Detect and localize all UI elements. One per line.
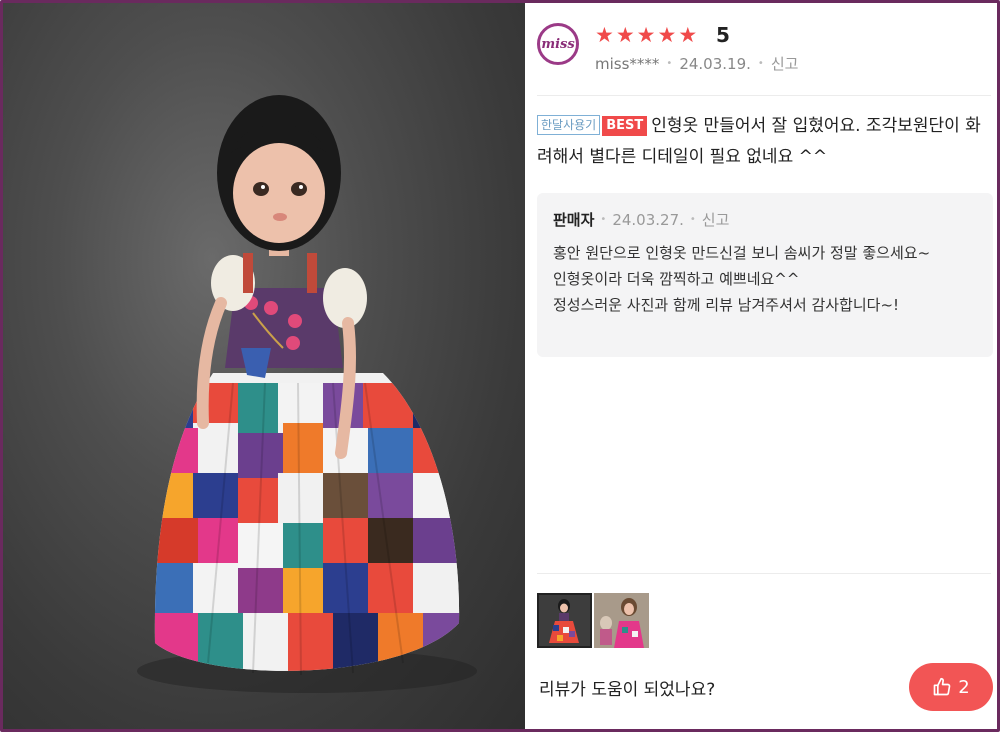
- thumbs-up-icon: [933, 677, 951, 696]
- seller-label: 판매자: [553, 211, 595, 229]
- rating-stars: ★ ★ ★ ★ ★: [595, 23, 697, 47]
- reviewer-username: miss****: [595, 54, 660, 73]
- photo-thumbnail[interactable]: [594, 593, 649, 648]
- helpful-question: 리뷰가 도움이 되었나요?: [539, 680, 716, 700]
- seller-reply-date: 24.03.27.: [612, 210, 684, 229]
- seller-reply: 판매자 • 24.03.27. • 신고 홍안 원단으로 인형옷 만드신걸 보니…: [537, 193, 993, 357]
- report-link[interactable]: 신고: [771, 53, 799, 74]
- photo-thumbnail[interactable]: [537, 593, 592, 648]
- separator-dot: •: [666, 58, 673, 69]
- review-viewer: miss ★ ★ ★ ★ ★ 5 miss**** • 24.03.19. • …: [0, 0, 1000, 732]
- review-meta: miss**** • 24.03.19. • 신고: [595, 53, 798, 74]
- review-date: 24.03.19.: [679, 54, 751, 73]
- photo-thumbnails: [537, 593, 649, 648]
- separator-dot: •: [600, 214, 607, 225]
- star-icon: ★: [636, 23, 656, 47]
- star-icon: ★: [657, 23, 677, 47]
- seller-reply-body: 홍안 원단으로 인형옷 만드신걸 보니 솜씨가 정말 좋으세요~ 인형옷이라 더…: [553, 240, 977, 318]
- avatar-logo-text: miss: [541, 36, 575, 52]
- star-icon: ★: [678, 23, 698, 47]
- badge-best: BEST: [602, 116, 648, 136]
- divider: [537, 573, 991, 574]
- divider: [537, 95, 991, 96]
- seller-report-link[interactable]: 신고: [702, 209, 730, 230]
- separator-dot: •: [757, 58, 764, 69]
- doll-illustration: [137, 95, 477, 693]
- badge-one-month-review: 한달사용기: [537, 115, 601, 135]
- star-icon: ★: [615, 23, 635, 47]
- review-photo[interactable]: [3, 3, 525, 729]
- seller-reply-line: 정성스러운 사진과 함께 리뷰 남겨주셔서 감사합니다~!: [553, 296, 900, 314]
- seller-reply-header: 판매자 • 24.03.27. • 신고: [553, 209, 977, 230]
- separator-dot: •: [689, 214, 696, 225]
- review-text-block: 한달사용기 BEST 인형옷 만들어서 잘 입혔어요. 조각보원단이 화려해서 별다…: [537, 111, 991, 173]
- seller-reply-line: 인형옷이라 더욱 깜찍하고 예쁘네요^^: [553, 270, 800, 288]
- seller-reply-line: 홍안 원단으로 인형옷 만드신걸 보니 솜씨가 정말 좋으세요~: [553, 244, 931, 262]
- review-panel: miss ★ ★ ★ ★ ★ 5 miss**** • 24.03.19. • …: [525, 3, 997, 729]
- star-icon: ★: [595, 23, 614, 47]
- helpful-count: 2: [958, 676, 970, 698]
- avatar[interactable]: miss: [537, 23, 579, 65]
- review-header: miss ★ ★ ★ ★ ★ 5 miss**** • 24.03.19. • …: [537, 23, 993, 93]
- rating-value: 5: [716, 23, 730, 47]
- helpful-like-button[interactable]: 2: [909, 663, 993, 711]
